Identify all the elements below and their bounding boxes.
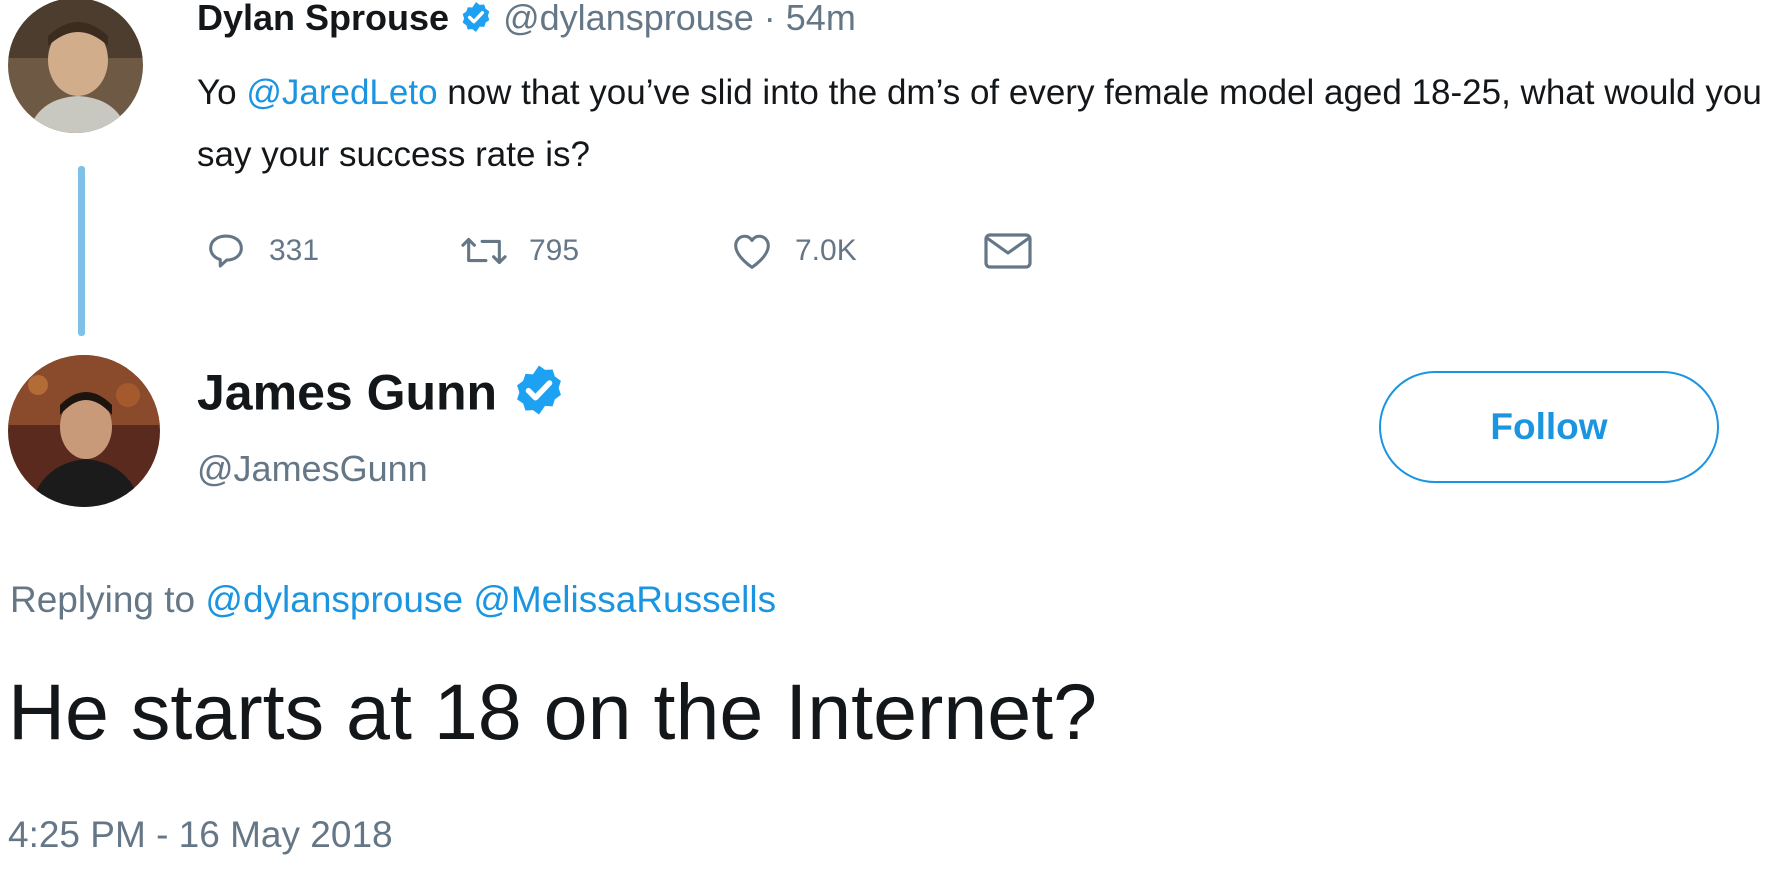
replying-to-label: Replying to <box>10 579 196 620</box>
tweet1-header: Dylan Sprouse @dylansprouse · 54m <box>197 0 856 40</box>
replying-to-dylansprouse[interactable]: @dylansprouse <box>205 579 463 620</box>
verified-badge-icon <box>459 0 493 40</box>
tweet1-text: Yo @JaredLeto now that you’ve slid into … <box>197 62 1777 186</box>
tweet1-time[interactable]: · 54m <box>754 0 856 38</box>
replying-to: Replying to @dylansprouse @MelissaRussel… <box>10 577 776 623</box>
retweet-button[interactable]: 795 <box>459 228 579 274</box>
direct-message-button[interactable] <box>982 228 1034 274</box>
james-avatar[interactable] <box>8 355 160 507</box>
tweet2-author-name[interactable]: James Gunn <box>197 365 497 421</box>
tweet2-text: He starts at 18 on the Internet? <box>8 667 1098 756</box>
tweet1-text-prefix: Yo <box>197 73 247 112</box>
tweet2-author-name-row: James Gunn <box>197 362 567 431</box>
retweet-count: 795 <box>529 234 580 267</box>
replying-to-melissarussells[interactable]: @MelissaRussells <box>473 579 776 620</box>
tweet1-handle[interactable]: @dylansprouse <box>503 0 754 38</box>
like-count: 7.0K <box>795 234 857 267</box>
like-button[interactable]: 7.0K <box>729 228 857 274</box>
reply-icon <box>203 228 249 274</box>
mention-jaredleto[interactable]: @JaredLeto <box>246 73 437 112</box>
follow-button[interactable]: Follow <box>1379 371 1719 483</box>
heart-icon <box>729 228 775 274</box>
tweet2-handle[interactable]: @JamesGunn <box>197 447 428 491</box>
envelope-icon <box>982 228 1034 274</box>
thread-connector <box>78 166 85 336</box>
verified-badge-icon <box>511 362 567 431</box>
retweet-icon <box>459 228 509 274</box>
reply-button[interactable]: 331 <box>203 228 319 274</box>
dylan-avatar[interactable] <box>8 0 143 133</box>
tweet2-timestamp[interactable]: 4:25 PM - 16 May 2018 <box>8 812 393 858</box>
reply-count: 331 <box>269 234 320 267</box>
tweet1-author-name[interactable]: Dylan Sprouse <box>197 0 449 38</box>
